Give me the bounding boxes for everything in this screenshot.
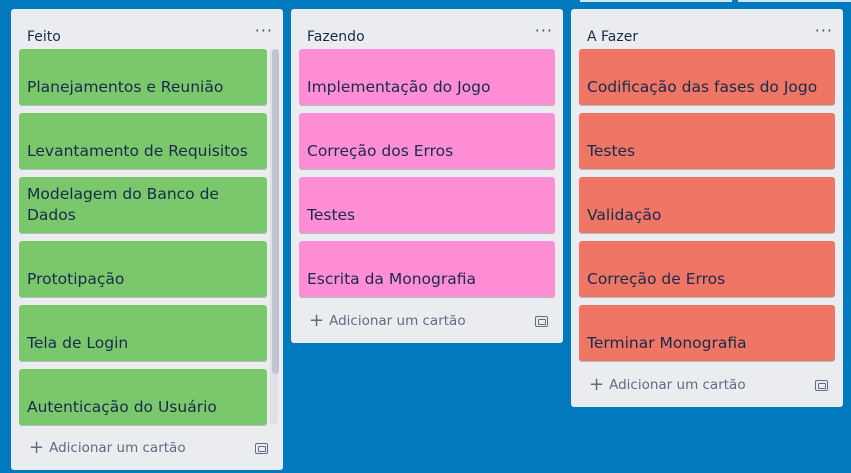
list-menu-icon[interactable]: ··· <box>815 23 833 39</box>
top-bar-fragment <box>580 0 732 2</box>
card-template-icon[interactable] <box>255 443 268 454</box>
card[interactable]: Modelagem do Banco de Dados <box>19 177 267 233</box>
top-bar-fragment <box>738 0 851 2</box>
card[interactable]: Tela de Login <box>19 305 267 361</box>
plus-icon: + <box>309 310 325 331</box>
card-title: Modelagem do Banco de Dados <box>27 185 219 224</box>
card-title: Prototipação <box>27 270 125 288</box>
card[interactable]: Correção de Erros <box>579 241 835 297</box>
card-title: Levantamento de Requisitos <box>27 142 248 160</box>
add-card-button[interactable]: + Adicionar um cartão <box>29 437 186 458</box>
card-title: Correção dos Erros <box>307 142 454 160</box>
card[interactable]: Levantamento de Requisitos <box>19 113 267 169</box>
card[interactable]: Codificação das fases do Jogo <box>579 49 835 105</box>
card[interactable]: Terminar Monografia <box>579 305 835 361</box>
card-title: Escrita da Monografia <box>307 270 476 288</box>
card[interactable]: Prototipação <box>19 241 267 297</box>
add-card-button[interactable]: + Adicionar um cartão <box>309 310 466 331</box>
card-template-icon[interactable] <box>535 316 548 327</box>
card-title: Correção de Erros <box>587 270 726 288</box>
list-title[interactable]: Feito <box>27 29 61 45</box>
plus-icon: + <box>589 374 605 395</box>
list-title[interactable]: Fazendo <box>307 29 365 45</box>
scrollbar-thumb[interactable] <box>272 49 279 374</box>
add-card-label: Adicionar um cartão <box>609 377 746 393</box>
plus-icon: + <box>29 437 45 458</box>
card-title: Tela de Login <box>27 334 129 352</box>
card[interactable]: Testes <box>579 113 835 169</box>
add-card-button[interactable]: + Adicionar um cartão <box>589 374 746 395</box>
list-title[interactable]: A Fazer <box>587 29 638 45</box>
card-title: Implementação do Jogo <box>307 78 491 96</box>
card[interactable]: Escrita da Monografia <box>299 241 555 297</box>
card-title: Testes <box>587 142 636 160</box>
card-title: Autenticação do Usuário <box>27 398 217 416</box>
list-menu-icon[interactable]: ··· <box>535 23 553 39</box>
card[interactable]: Planejamentos e Reunião <box>19 49 267 105</box>
card-template-icon[interactable] <box>815 380 828 391</box>
card-title: Testes <box>307 206 356 224</box>
add-card-label: Adicionar um cartão <box>49 440 186 456</box>
card-title: Codificação das fases do Jogo <box>587 78 818 96</box>
card[interactable]: Testes <box>299 177 555 233</box>
card[interactable]: Autenticação do Usuário <box>19 369 267 425</box>
list-menu-icon[interactable]: ··· <box>255 23 273 39</box>
card-title: Planejamentos e Reunião <box>27 78 224 96</box>
card[interactable]: Validação <box>579 177 835 233</box>
card[interactable]: Correção dos Erros <box>299 113 555 169</box>
card-title: Validação <box>587 206 662 224</box>
card[interactable]: Implementação do Jogo <box>299 49 555 105</box>
card-title: Terminar Monografia <box>587 334 747 352</box>
add-card-label: Adicionar um cartão <box>329 313 466 329</box>
